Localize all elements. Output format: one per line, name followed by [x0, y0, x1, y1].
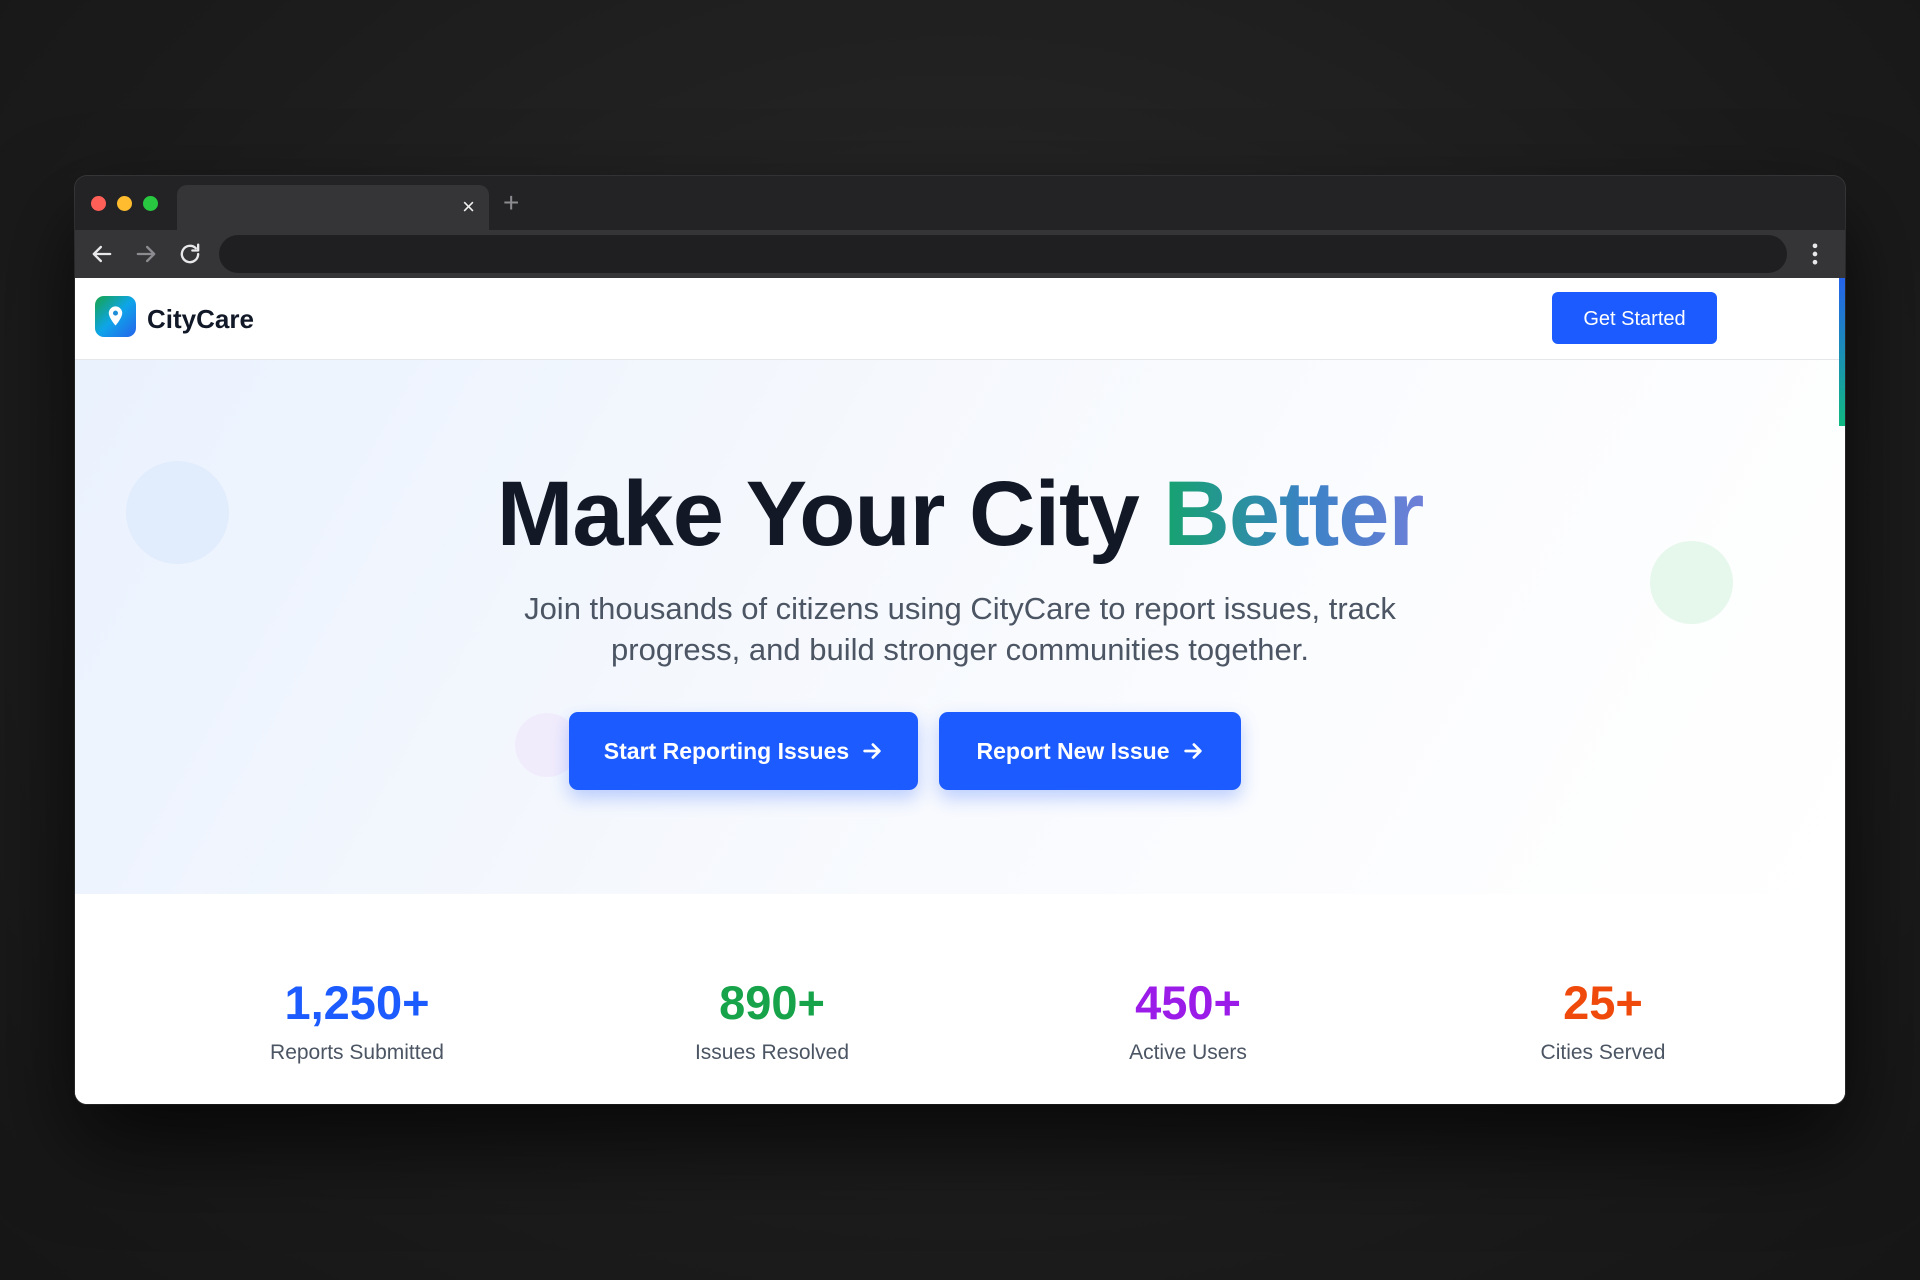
report-new-issue-button[interactable]: Report New Issue — [939, 712, 1241, 790]
report-new-issue-label: Report New Issue — [976, 737, 1170, 764]
stat-label: Issues Resolved — [694, 1041, 850, 1064]
close-window-button[interactable] — [91, 196, 106, 211]
start-reporting-button[interactable]: Start Reporting Issues — [569, 712, 918, 790]
reload-icon[interactable] — [176, 240, 204, 268]
stat-value: 890+ — [719, 976, 825, 1029]
stats-section: 1,250+ Reports Submitted 890+ Issues Res… — [75, 894, 1845, 1104]
get-started-button[interactable]: Get Started — [1552, 292, 1717, 344]
arrow-right-icon — [863, 743, 881, 759]
stat-label: Active Users — [1129, 1041, 1247, 1064]
address-bar[interactable] — [219, 235, 1787, 273]
stat-label: Reports Submitted — [270, 1041, 444, 1064]
new-tab-icon[interactable]: + — [503, 188, 519, 218]
stat-label: Cities Served — [1540, 1041, 1666, 1064]
browser-window: × + CityCare Get Started Make Your City … — [75, 176, 1845, 1104]
logo[interactable] — [95, 296, 136, 337]
browser-tab[interactable]: × — [177, 185, 489, 230]
tab-close-icon[interactable]: × — [462, 194, 475, 220]
headline-accent: Better — [1163, 463, 1424, 565]
hero-subheadline: Join thousands of citizens using CityCar… — [524, 591, 1396, 667]
back-arrow-icon[interactable] — [88, 240, 116, 268]
headline-text: Make Your City — [496, 463, 1140, 565]
hero-headline: Make Your City Better — [75, 462, 1845, 566]
tab-bar: × + — [75, 176, 1845, 230]
page-viewport: CityCare Get Started Make Your City Bett… — [75, 278, 1845, 1104]
site-navbar: CityCare Get Started — [75, 278, 1845, 360]
start-reporting-label: Start Reporting Issues — [603, 737, 850, 764]
maximize-window-button[interactable] — [143, 196, 158, 211]
map-pin-icon — [108, 306, 123, 326]
stat-value: 450+ — [1135, 976, 1241, 1029]
arrow-right-icon — [1183, 743, 1202, 759]
forward-arrow-icon[interactable] — [132, 240, 160, 268]
scrollbar[interactable] — [1839, 278, 1845, 426]
hero-section: Make Your City Better Join thousands of … — [75, 360, 1845, 894]
kebab-menu-icon[interactable] — [1801, 240, 1829, 268]
stat-value: 1,250+ — [284, 976, 430, 1029]
browser-toolbar — [75, 230, 1845, 278]
brand-name[interactable]: CityCare — [147, 304, 254, 335]
stat-value: 25+ — [1563, 976, 1643, 1029]
minimize-window-button[interactable] — [117, 196, 132, 211]
